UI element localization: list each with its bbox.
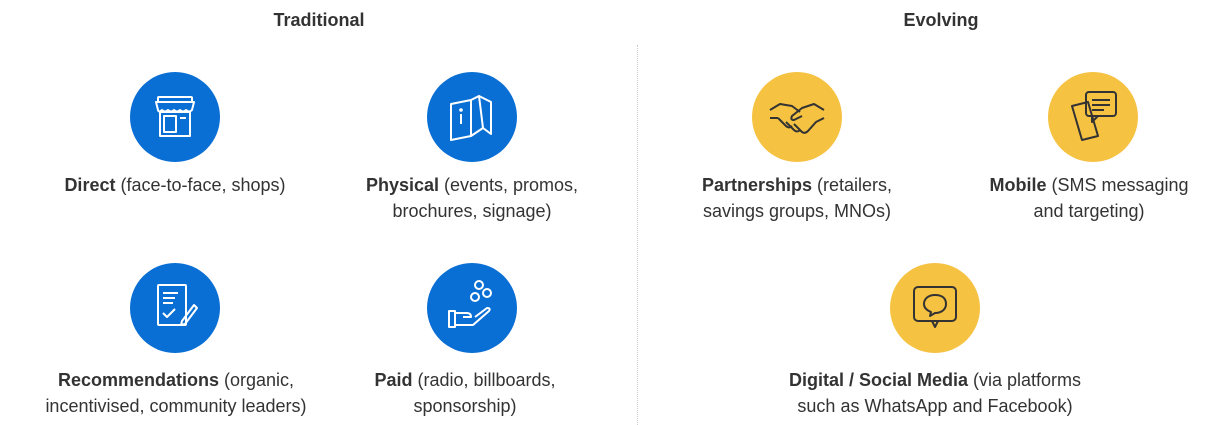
digital-detail-line2: such as WhatsApp and Facebook) bbox=[797, 396, 1073, 416]
recommendations-title: Recommendations bbox=[57, 370, 219, 390]
direct-title: Direct bbox=[64, 175, 116, 195]
physical-detail: (events, promos, bbox=[444, 175, 579, 195]
recommendations-detail-line2: incentivised, community leaders) bbox=[45, 396, 307, 416]
chat-bubble-icon bbox=[890, 263, 980, 353]
digital-detail: (via platforms bbox=[973, 370, 1082, 390]
partnerships-title: Partnerships bbox=[701, 175, 812, 195]
mobile-detail-line2: and targeting) bbox=[1033, 201, 1145, 221]
physical-detail-line2: brochures, signage) bbox=[392, 201, 552, 221]
handshake-icon bbox=[752, 72, 842, 162]
paid-caption: Paid (radio, billboards, sponsorship) bbox=[340, 367, 590, 419]
partnerships-detail-line2: savings groups, MNOs) bbox=[702, 201, 892, 221]
paid-title: Paid bbox=[374, 370, 413, 390]
partnerships-detail: (retailers, bbox=[817, 175, 893, 195]
direct-caption: Direct (face-to-face, shops) bbox=[20, 172, 330, 198]
paid-detail-line2: sponsorship) bbox=[413, 396, 517, 416]
mobile-message-icon bbox=[1048, 72, 1138, 162]
direct-detail: (face-to-face, shops) bbox=[120, 175, 286, 195]
column-divider bbox=[637, 45, 638, 425]
document-check-icon bbox=[130, 263, 220, 353]
evolving-heading: Evolving bbox=[903, 10, 979, 30]
mobile-caption: Mobile (SMS messaging and targeting) bbox=[958, 172, 1220, 224]
shop-icon bbox=[130, 72, 220, 162]
physical-caption: Physical (events, promos, brochures, sig… bbox=[322, 172, 622, 224]
mobile-detail: (SMS messaging bbox=[1051, 175, 1189, 195]
paid-detail: (radio, billboards, bbox=[417, 370, 556, 390]
traditional-heading: Traditional bbox=[273, 10, 365, 30]
hand-coins-icon bbox=[427, 263, 517, 353]
brochure-icon bbox=[427, 72, 517, 162]
physical-title: Physical bbox=[365, 175, 439, 195]
partnerships-caption: Partnerships (retailers, savings groups,… bbox=[652, 172, 942, 224]
mobile-title: Mobile bbox=[989, 175, 1047, 195]
digital-title: Digital / Social Media bbox=[788, 370, 968, 390]
recommendations-caption: Recommendations (organic, incentivised, … bbox=[0, 367, 352, 419]
digital-caption: Digital / Social Media (via platforms su… bbox=[730, 367, 1140, 419]
recommendations-detail: (organic, bbox=[224, 370, 295, 390]
